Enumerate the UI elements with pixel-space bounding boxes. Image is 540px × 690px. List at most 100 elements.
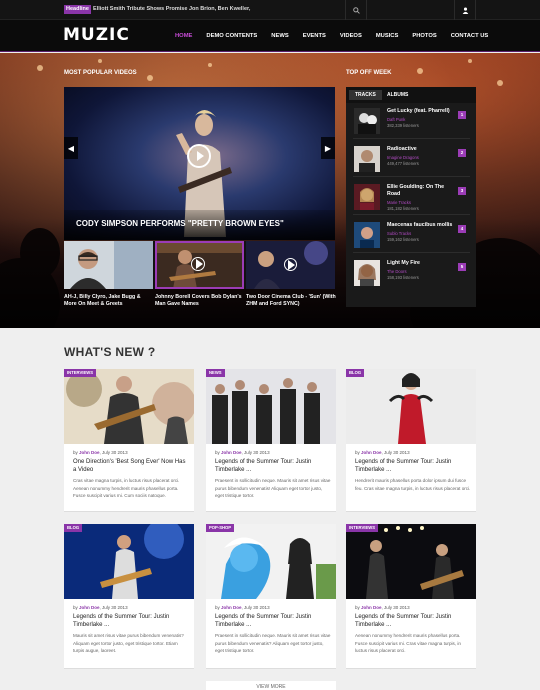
track-thumb	[354, 222, 380, 248]
track-thumb	[354, 146, 380, 172]
track-title: Get Lucky (feat. Pharrell)	[387, 108, 450, 114]
post-excerpt: Hendrerit mauris phasellus porta dolor i…	[355, 478, 471, 491]
thumb-title[interactable]: AH-J, Billy Clyro, Jake Bugg & More On M…	[64, 294, 154, 308]
nav-photos[interactable]: PHOTOS	[405, 20, 443, 52]
author-link[interactable]: John Doe	[361, 605, 382, 610]
tab-tracks[interactable]: TRACKS	[349, 90, 382, 100]
nav-events[interactable]: EVENTS	[296, 20, 333, 52]
track-rank: 1	[458, 111, 466, 119]
author-link[interactable]: John Doe	[79, 605, 100, 610]
category-badge[interactable]: NEWS	[206, 369, 225, 377]
hero-section: MOST POPULAR VIDEOS TOP OFF WEEK CODY SI…	[0, 53, 540, 328]
post-excerpt: Aenean nonummy hendrerit mauris phasellu…	[355, 633, 461, 654]
nav-news[interactable]: NEWS	[264, 20, 295, 52]
track-artist: Daft Punk	[387, 117, 406, 122]
video-thumb[interactable]	[246, 241, 335, 289]
card-image	[206, 369, 336, 444]
top-bar: Headline Elliott Smith Tribute Shows Pro…	[0, 0, 540, 20]
track-item[interactable]: Radioactive Imagine Dragons 449,477 list…	[353, 143, 470, 177]
track-artist: The Doors	[387, 269, 407, 274]
track-title: Maecenas faucibus mollis	[387, 222, 453, 228]
track-thumb	[354, 184, 380, 210]
card-image	[206, 524, 336, 599]
nav-home[interactable]: HOME	[168, 20, 199, 52]
post-title[interactable]: Legends of the Summer Tour: Justin Timbe…	[215, 458, 331, 474]
headline-ticker[interactable]: Elliott Smith Tribute Shows Promise Jon …	[93, 5, 250, 14]
post-excerpt: Cras vitae magna turpis, in luctus risus…	[73, 478, 180, 499]
main-nav: HOME DEMO CONTENTS NEWS EVENTS VIDEOS MU…	[168, 20, 495, 52]
play-icon[interactable]	[191, 257, 205, 271]
track-item[interactable]: Get Lucky (feat. Pharrell) Daft Punk 382…	[353, 105, 470, 139]
card-image	[346, 524, 476, 599]
search-icon	[352, 6, 360, 14]
play-icon[interactable]	[284, 258, 297, 271]
track-artist: Sublo Tracks	[387, 231, 412, 236]
tab-albums[interactable]: ALBUMS	[381, 90, 414, 100]
news-card[interactable]: INTERVIEWS by John Doe, July 30 2013 Leg…	[346, 524, 476, 669]
headline-badge: Headline	[64, 5, 91, 14]
news-card[interactable]: BLOG by John Doe, July 30 2013 Legends o…	[64, 524, 194, 669]
thumb-title[interactable]: Johnny Borell Covers Bob Dylan's Man Gav…	[155, 294, 245, 308]
track-artist: Imagine Dragons	[387, 155, 419, 160]
post-excerpt: Praesent in sollicitudin neque. Mauris s…	[215, 633, 331, 654]
author-link[interactable]: John Doe	[221, 450, 242, 455]
track-thumb	[354, 108, 380, 134]
track-item[interactable]: Maecenas faucibus mollis Sublo Tracks 15…	[353, 219, 470, 253]
post-meta: by John Doe, July 30 2013	[215, 450, 270, 455]
thumb-image	[64, 241, 153, 289]
user-icon	[462, 7, 468, 14]
post-title[interactable]: Legends of the Summer Tour: Justin Timbe…	[73, 613, 189, 629]
news-card[interactable]: NEWS by John Doe, July 30 2013 Legends o…	[206, 369, 336, 512]
top-week-label: TOP OFF WEEK	[346, 70, 392, 76]
nav-demo-contents[interactable]: DEMO CONTENTS	[199, 20, 264, 52]
news-card[interactable]: POP-SHOP by John Doe, July 30 2013 Legen…	[206, 524, 336, 669]
author-link[interactable]: John Doe	[361, 450, 382, 455]
track-item[interactable]: Light My Fire The Doors 158,193 listener…	[353, 257, 470, 291]
post-meta: by John Doe, July 30 2013	[355, 450, 410, 455]
category-badge[interactable]: BLOG	[346, 369, 365, 377]
author-link[interactable]: John Doe	[221, 605, 242, 610]
post-excerpt: Praesent in sollicitudin neque. Mauris s…	[215, 478, 331, 499]
nav-videos[interactable]: VIDEOS	[333, 20, 369, 52]
post-title[interactable]: One Direction's 'Best Song Ever' Now Has…	[73, 458, 189, 474]
post-title[interactable]: Legends of the Summer Tour: Justin Timbe…	[215, 613, 331, 629]
track-rank: 4	[458, 225, 466, 233]
video-thumbnails	[64, 241, 335, 289]
top-week-panel: TRACKS ALBUMS Get Lucky (feat. Pharrell)…	[346, 87, 476, 307]
chevron-left-icon[interactable]: ◀	[64, 137, 78, 159]
track-title: Radioactive	[387, 146, 417, 152]
track-title: Ellie Goulding: On The Road	[387, 184, 445, 197]
news-card[interactable]: BLOG by John Doe, July 30 2013 Legends o…	[346, 369, 476, 512]
author-link[interactable]: John Doe	[79, 450, 100, 455]
track-thumb	[354, 260, 380, 286]
track-listeners: 181,182 listeners	[387, 206, 419, 211]
category-badge[interactable]: INTERVIEWS	[64, 369, 96, 377]
category-badge[interactable]: INTERVIEWS	[346, 524, 378, 532]
news-card[interactable]: INTERVIEWS by John Doe, July 30 2013 One…	[64, 369, 194, 512]
chevron-right-icon[interactable]: ▶	[321, 137, 335, 159]
category-badge[interactable]: BLOG	[64, 524, 83, 532]
account-button[interactable]	[454, 0, 476, 20]
post-meta: by John Doe, July 30 2013	[73, 605, 128, 610]
play-icon[interactable]	[187, 144, 211, 168]
post-title[interactable]: Legends of the Summer Tour: Justin Timbe…	[355, 613, 471, 629]
track-listeners: 158,193 listeners	[387, 275, 419, 280]
category-badge[interactable]: POP-SHOP	[206, 524, 235, 532]
track-item[interactable]: Ellie Goulding: On The Road Marie Tracks…	[353, 181, 470, 215]
card-image	[64, 369, 194, 444]
thumb-title[interactable]: Two Door Cinema Club - 'Sun' (With ZHM a…	[246, 294, 336, 308]
search-button[interactable]	[345, 0, 367, 20]
view-more-button[interactable]: VIEW MORE	[206, 681, 336, 690]
nav-contact-us[interactable]: CONTACT US	[444, 20, 496, 52]
top-week-tabs: TRACKS ALBUMS	[346, 87, 476, 103]
track-listeners: 159,162 listeners	[387, 237, 419, 242]
popular-videos-label: MOST POPULAR VIDEOS	[64, 70, 137, 76]
track-rank: 2	[458, 149, 466, 157]
video-thumb[interactable]	[64, 241, 153, 289]
post-title[interactable]: Legends of the Summer Tour: Justin Timbe…	[355, 458, 471, 474]
card-image	[64, 524, 194, 599]
video-thumb-selected[interactable]	[155, 241, 244, 289]
nav-musics[interactable]: MUSICS	[369, 20, 406, 52]
featured-video-title[interactable]: CODY SIMPSON PERFORMS "PRETTY BROWN EYES…	[76, 219, 284, 228]
site-logo[interactable]: MUZIC	[63, 25, 130, 45]
